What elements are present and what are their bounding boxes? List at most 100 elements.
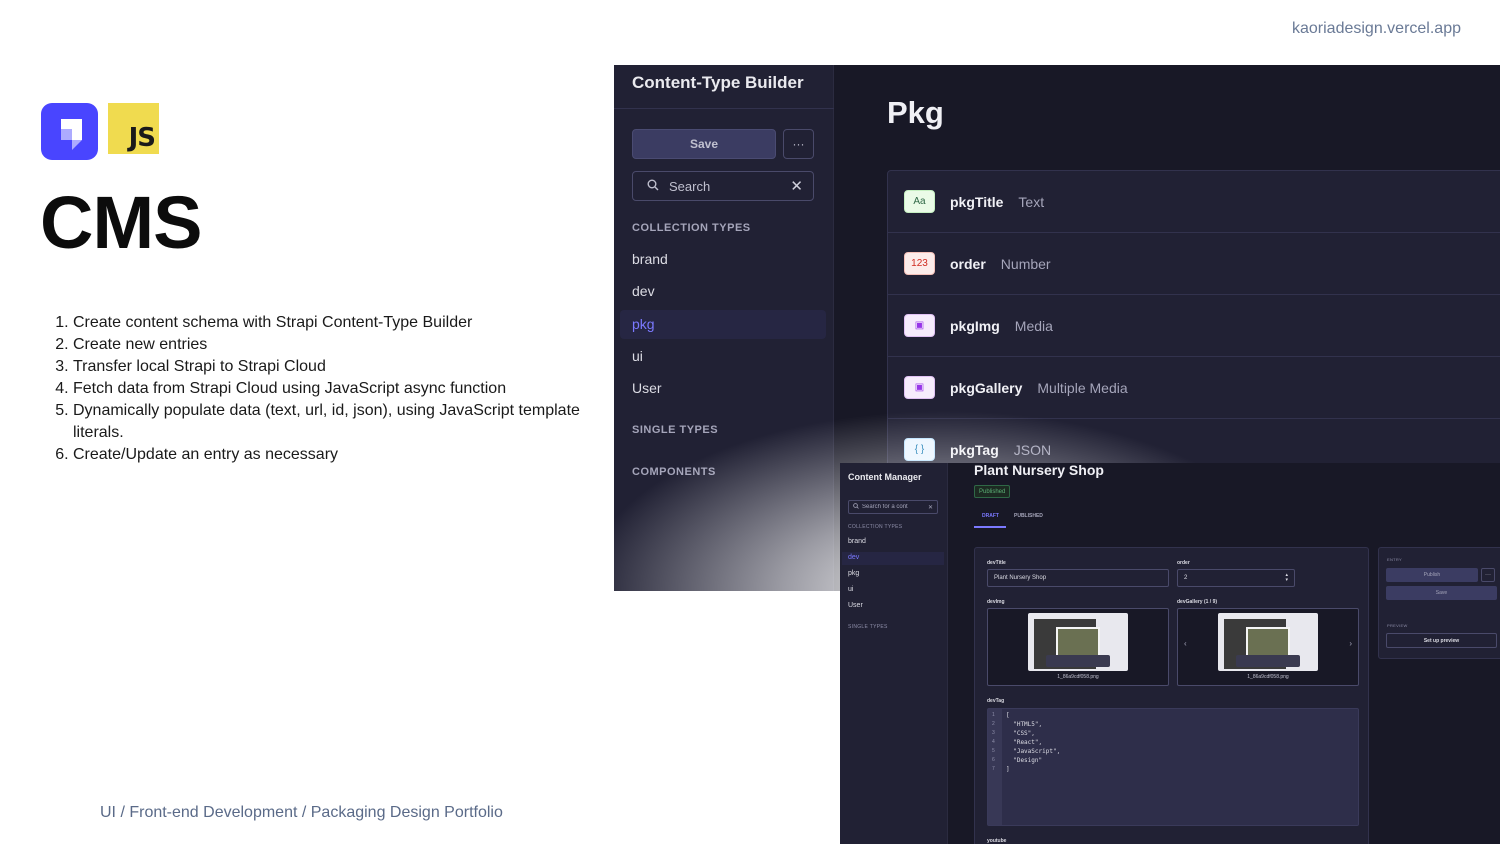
devtag-json-editor[interactable]: 1 2 3 4 5 6 7 [ "HTML5", "CSS", "React",…: [987, 708, 1359, 826]
chevron-left-icon[interactable]: ‹: [1184, 639, 1187, 648]
line-number: 7: [992, 766, 995, 772]
sidebar-item-ui[interactable]: ui: [848, 586, 853, 593]
set-up-preview-button[interactable]: Set up preview: [1386, 633, 1497, 648]
field-row[interactable]: ▣ pkgGallery Multiple Media: [888, 357, 1500, 419]
field-row[interactable]: 123 order Number: [888, 233, 1500, 295]
line-number: 2: [992, 721, 995, 727]
step-item: Create content schema with Strapi Conten…: [73, 312, 613, 334]
devgallery-media[interactable]: ‹ › 1_86a9cdf058.png: [1177, 608, 1359, 686]
strapi-logo: [41, 103, 98, 160]
field-label: youtube: [987, 838, 1007, 844]
field-name: pkgGallery: [950, 379, 1023, 396]
sidebar-item-dev[interactable]: dev: [632, 283, 655, 299]
field-name: pkgTitle: [950, 193, 1004, 210]
footer-caption: UI / Front-end Development / Packaging D…: [100, 804, 503, 821]
entry-section-heading: ENTRY: [1387, 557, 1402, 562]
step-item: Fetch data from Strapi Cloud using JavaS…: [73, 378, 613, 400]
tab-published[interactable]: PUBLISHED: [1014, 513, 1043, 519]
tab-indicator: [974, 526, 1006, 528]
cm-search-text: Search for a cont: [862, 504, 908, 510]
step-item: Transfer local Strapi to Strapi Cloud: [73, 356, 613, 378]
ctb-components-heading: COMPONENTS: [632, 466, 716, 478]
sidebar-item-ui[interactable]: ui: [632, 348, 643, 364]
code-line: "HTML5",: [1006, 721, 1043, 728]
field-label: order: [1177, 560, 1190, 566]
line-number: 1: [992, 712, 995, 718]
media-filename: 1_86a9cdf058.png: [1057, 674, 1099, 680]
page-title: CMS: [40, 181, 202, 264]
ctb-save-button[interactable]: Save: [632, 129, 776, 159]
devimg-media[interactable]: 1_86a9cdf058.png: [987, 608, 1169, 686]
media-icon: ▣: [904, 376, 935, 399]
preview-section-heading: PREVIEW: [1387, 623, 1408, 628]
order-stepper[interactable]: 2 ▴ ▾: [1177, 569, 1295, 587]
ctb-sidebar: Content-Type Builder Save ··· Search ✕ C…: [614, 65, 834, 591]
field-type: Number: [1000, 255, 1051, 272]
code-line: "JavaScript",: [1006, 748, 1061, 755]
sidebar-item-pkg[interactable]: pkg: [632, 316, 655, 332]
field-type: Media: [1014, 317, 1053, 334]
cm-collection-types-heading: COLLECTION TYPES: [848, 524, 903, 530]
stepper-arrows-icon[interactable]: ▴ ▾: [1285, 573, 1288, 583]
cm-entry-panel: ENTRY Publish ··· Save PREVIEW Set up pr…: [1378, 547, 1500, 659]
cm-edit-form: devTitle Plant Nursery Shop order 2 ▴ ▾ d…: [974, 547, 1369, 844]
cm-entry-title: Plant Nursery Shop: [974, 463, 1104, 478]
field-type: JSON: [1013, 441, 1052, 458]
step-item: Dynamically populate data (text, url, id…: [73, 400, 613, 444]
image-thumbnail: [1218, 613, 1318, 671]
entry-save-button[interactable]: Save: [1386, 586, 1497, 600]
sidebar-item-dev[interactable]: dev: [848, 554, 859, 561]
ctb-search-text: Search: [669, 178, 711, 194]
tab-draft[interactable]: DRAFT: [982, 513, 999, 519]
devtitle-input[interactable]: Plant Nursery Shop: [987, 569, 1169, 587]
chevron-right-icon[interactable]: ›: [1349, 639, 1352, 648]
field-row[interactable]: ▣ pkgImg Media: [888, 295, 1500, 357]
media-filename: 1_86a9cdf058.png: [1247, 674, 1289, 680]
text-icon: Aa: [904, 190, 935, 213]
field-label: devTag: [987, 698, 1005, 704]
cm-single-types-heading: SINGLE TYPES: [848, 624, 888, 630]
code-line: ]: [1006, 766, 1010, 773]
field-label: devGallery (1 / 9): [1177, 599, 1218, 605]
field-name: pkgImg: [950, 317, 1000, 334]
ctb-more-button[interactable]: ···: [783, 129, 814, 159]
step-item: Create new entries: [73, 334, 613, 356]
ctb-main-title: Pkg: [887, 95, 944, 130]
entry-more-button[interactable]: ···: [1481, 568, 1495, 582]
site-url[interactable]: kaoriadesign.vercel.app: [1292, 20, 1461, 38]
sidebar-item-pkg[interactable]: pkg: [848, 570, 859, 577]
line-number: 6: [992, 757, 995, 763]
ctb-divider: [614, 108, 834, 109]
field-type: Text: [1018, 193, 1045, 210]
ctb-search-input[interactable]: Search ✕: [632, 171, 814, 201]
ctb-collection-types-heading: COLLECTION TYPES: [632, 222, 751, 234]
publish-button[interactable]: Publish: [1386, 568, 1478, 582]
cm-search-input[interactable]: Search for a cont ✕: [848, 500, 938, 514]
field-label: devTitle: [987, 560, 1006, 566]
ctb-sidebar-title: Content-Type Builder: [632, 73, 804, 92]
sidebar-item-brand[interactable]: brand: [632, 251, 668, 267]
sidebar-item-user[interactable]: User: [632, 380, 662, 396]
ctb-field-list: Aa pkgTitle Text 123 order Number ▣ pkgI…: [887, 170, 1500, 500]
media-icon: ▣: [904, 314, 935, 337]
cm-sidebar-title: Content Manager: [848, 472, 922, 482]
line-number: 3: [992, 730, 995, 736]
close-icon[interactable]: ✕: [790, 177, 803, 195]
field-row[interactable]: Aa pkgTitle Text: [888, 171, 1500, 233]
code-line: "React",: [1006, 739, 1043, 746]
line-gutter: [988, 709, 1002, 825]
sidebar-item-user[interactable]: User: [848, 602, 863, 609]
line-number: 5: [992, 748, 995, 754]
field-name: order: [950, 255, 986, 272]
number-icon: 123: [904, 252, 935, 275]
field-label: devImg: [987, 599, 1005, 605]
sidebar-item-brand[interactable]: brand: [848, 538, 866, 545]
json-icon: { }: [904, 438, 935, 461]
close-icon[interactable]: ✕: [928, 504, 933, 511]
js-logo-label: JS: [128, 123, 156, 153]
search-icon: [853, 503, 859, 511]
image-thumbnail: [1028, 613, 1128, 671]
search-icon: [647, 179, 663, 194]
field-name: pkgTag: [950, 441, 999, 458]
code-line: "CSS",: [1006, 730, 1035, 737]
